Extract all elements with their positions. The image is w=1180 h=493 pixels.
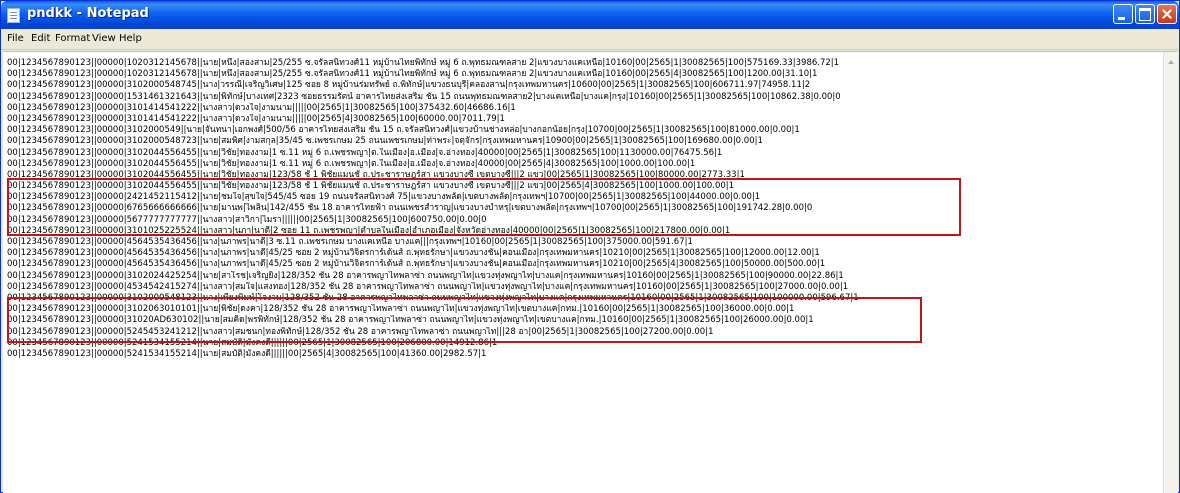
notepad-window: pndkk - Notepad File Edit Format View He… <box>0 0 1180 493</box>
text-line: 00|1234567890123||00000|3101414541222||น… <box>7 102 516 113</box>
text-line: 00|1234567890123||00000|3102044556455||น… <box>7 147 723 158</box>
text-line: 00|1234567890123||00000|3102044556455||น… <box>7 158 696 169</box>
scroll-up-icon[interactable] <box>1165 56 1177 68</box>
text-line: 00|1234567890123||00000|4564535436456||น… <box>7 237 693 247</box>
text-content[interactable]: 00|1234567890123||00000|1020312145678||น… <box>7 58 1157 488</box>
menu-view[interactable]: View <box>92 33 116 44</box>
title-bar[interactable]: pndkk - Notepad <box>1 1 1179 29</box>
highlight-box-vichai <box>7 178 961 236</box>
close-button[interactable] <box>1157 4 1177 24</box>
text-line: 00|1234567890123||00000|1531461321643||น… <box>7 91 841 102</box>
menu-bar: File Edit Format View Help <box>1 29 1179 50</box>
text-line: 00|1234567890123||00000|3101414541222||น… <box>7 113 505 124</box>
menu-file[interactable]: File <box>7 33 24 44</box>
text-line: 00|1234567890123||00000|1020312145678||น… <box>7 58 840 68</box>
menu-help[interactable]: Help <box>119 33 142 44</box>
maximize-button[interactable] <box>1135 4 1155 24</box>
text-line: 00|1234567890123||00000|5241534155214||น… <box>7 348 487 359</box>
text-line: 00|1234567890123||00000|4534542415274||น… <box>7 281 849 292</box>
vertical-scrollbar[interactable] <box>1163 52 1178 493</box>
minimize-button[interactable] <box>1113 4 1133 24</box>
text-line: 00|1234567890123||00000|4564535436456||น… <box>7 259 826 270</box>
menu-format[interactable]: Format <box>55 33 90 44</box>
highlight-box-naphaporn <box>7 297 922 343</box>
text-line: 00|1234567890123||00000|1020312145678||น… <box>7 69 818 80</box>
text-line: 00|1234567890123||00000|3102024425254||น… <box>7 270 844 281</box>
menu-edit[interactable]: Edit <box>31 33 50 44</box>
text-line: 00|1234567890123||00000|3102000548723||น… <box>7 136 763 147</box>
text-editor[interactable]: 00|1234567890123||00000|1020312145678||น… <box>3 51 1178 493</box>
window-title: pndkk - Notepad <box>27 6 149 21</box>
text-line: 00|1234567890123||00000|4564535436456||น… <box>7 248 820 259</box>
notepad-icon <box>7 8 20 23</box>
text-line: 00|1234567890123||00000|3102000548745||น… <box>7 80 811 91</box>
text-line: 00|1234567890123||00000|3102000549||นาย|… <box>7 125 800 136</box>
